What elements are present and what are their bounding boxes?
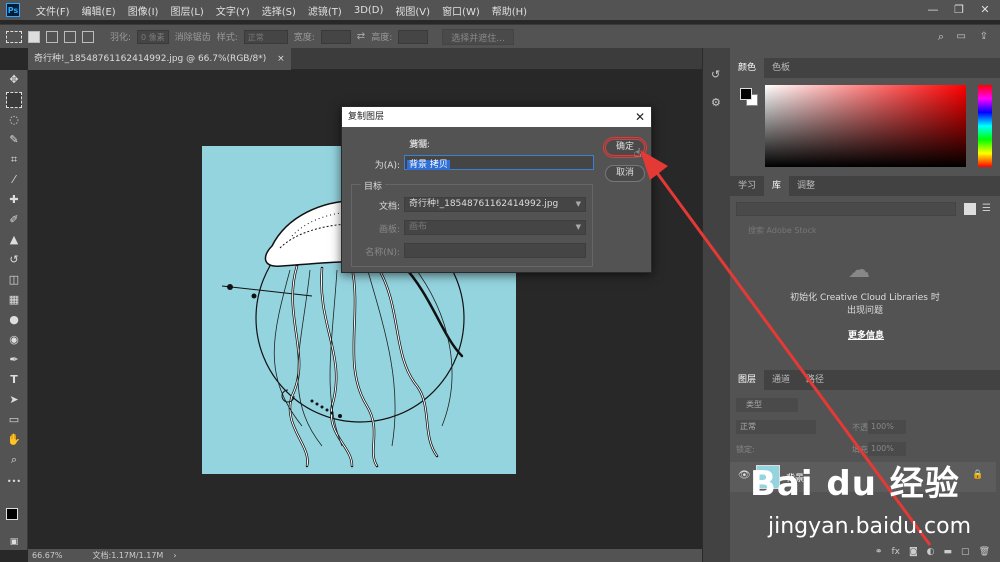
- color-fg-swatch[interactable]: [740, 88, 752, 100]
- baidu-watermark: Bai du 经验: [750, 464, 960, 504]
- baidu-watermark-url: jingyan.baidu.com: [768, 514, 972, 539]
